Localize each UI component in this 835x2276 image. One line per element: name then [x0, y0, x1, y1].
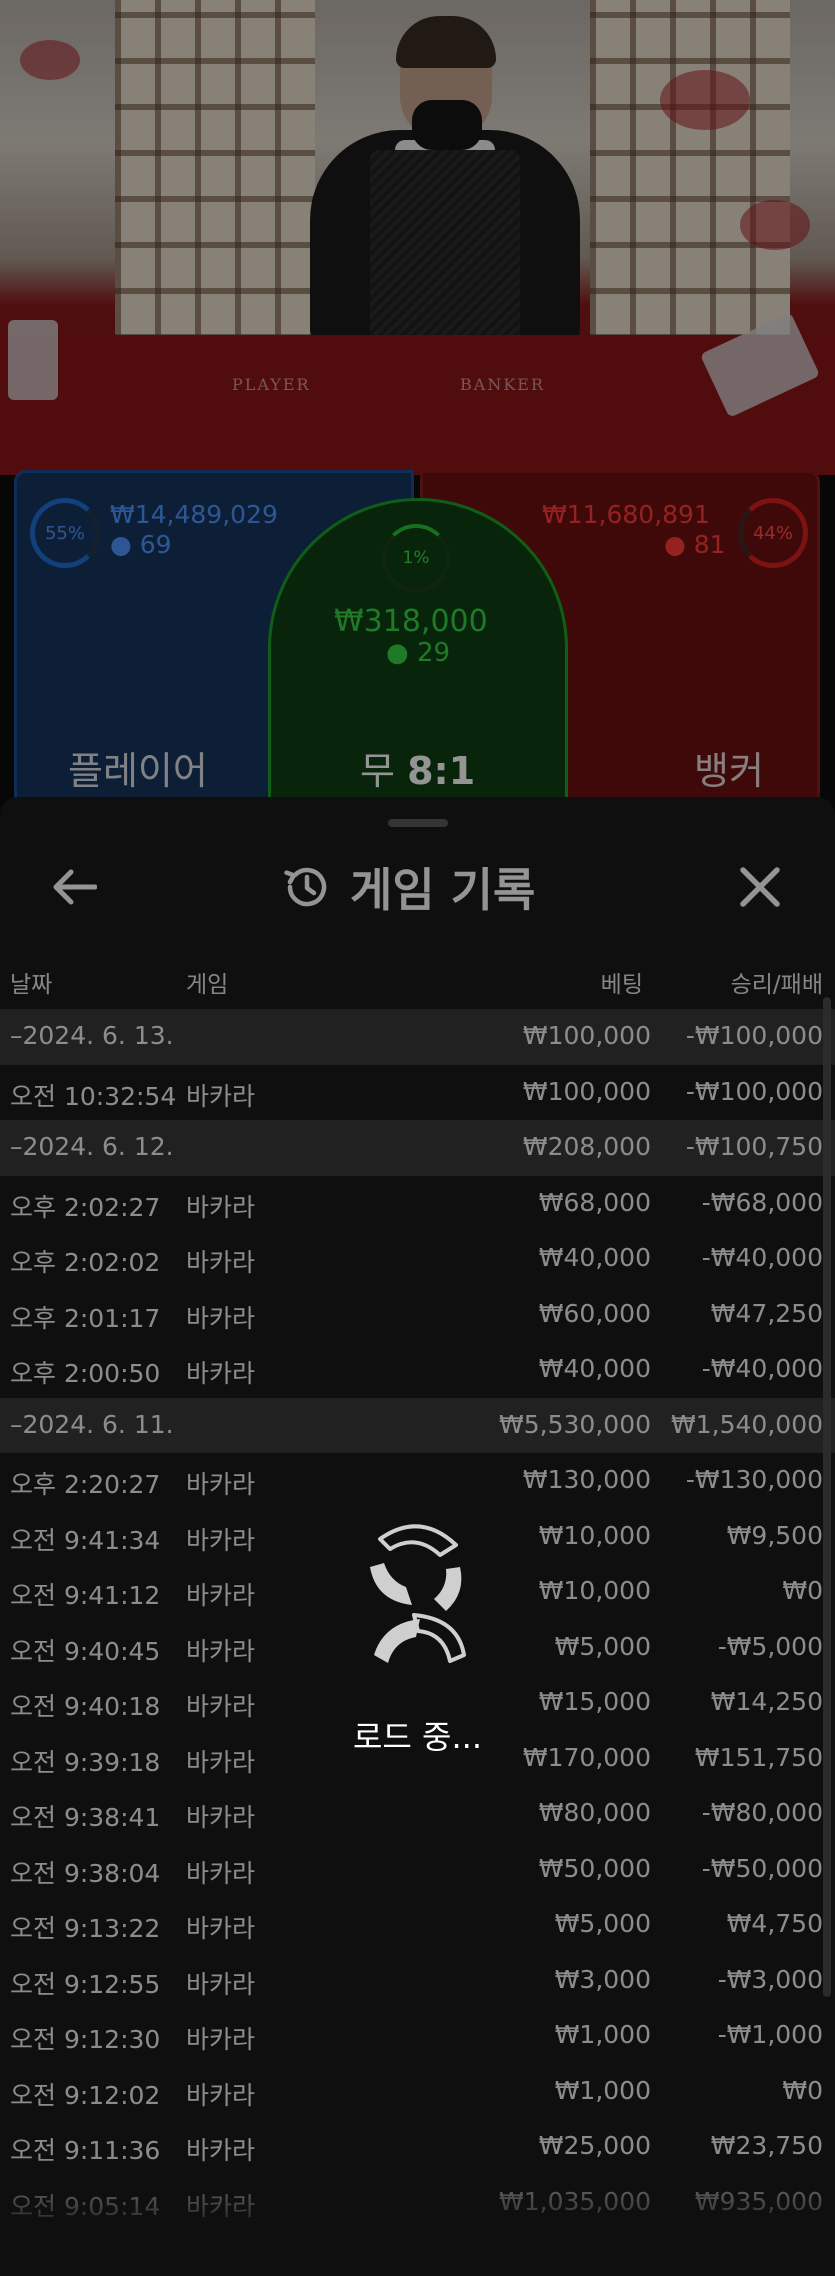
loading-spinner-icon [370, 1524, 466, 1663]
loading-overlay: 로드 중... [0, 0, 835, 2276]
loading-text: 로드 중... [352, 1718, 482, 1756]
